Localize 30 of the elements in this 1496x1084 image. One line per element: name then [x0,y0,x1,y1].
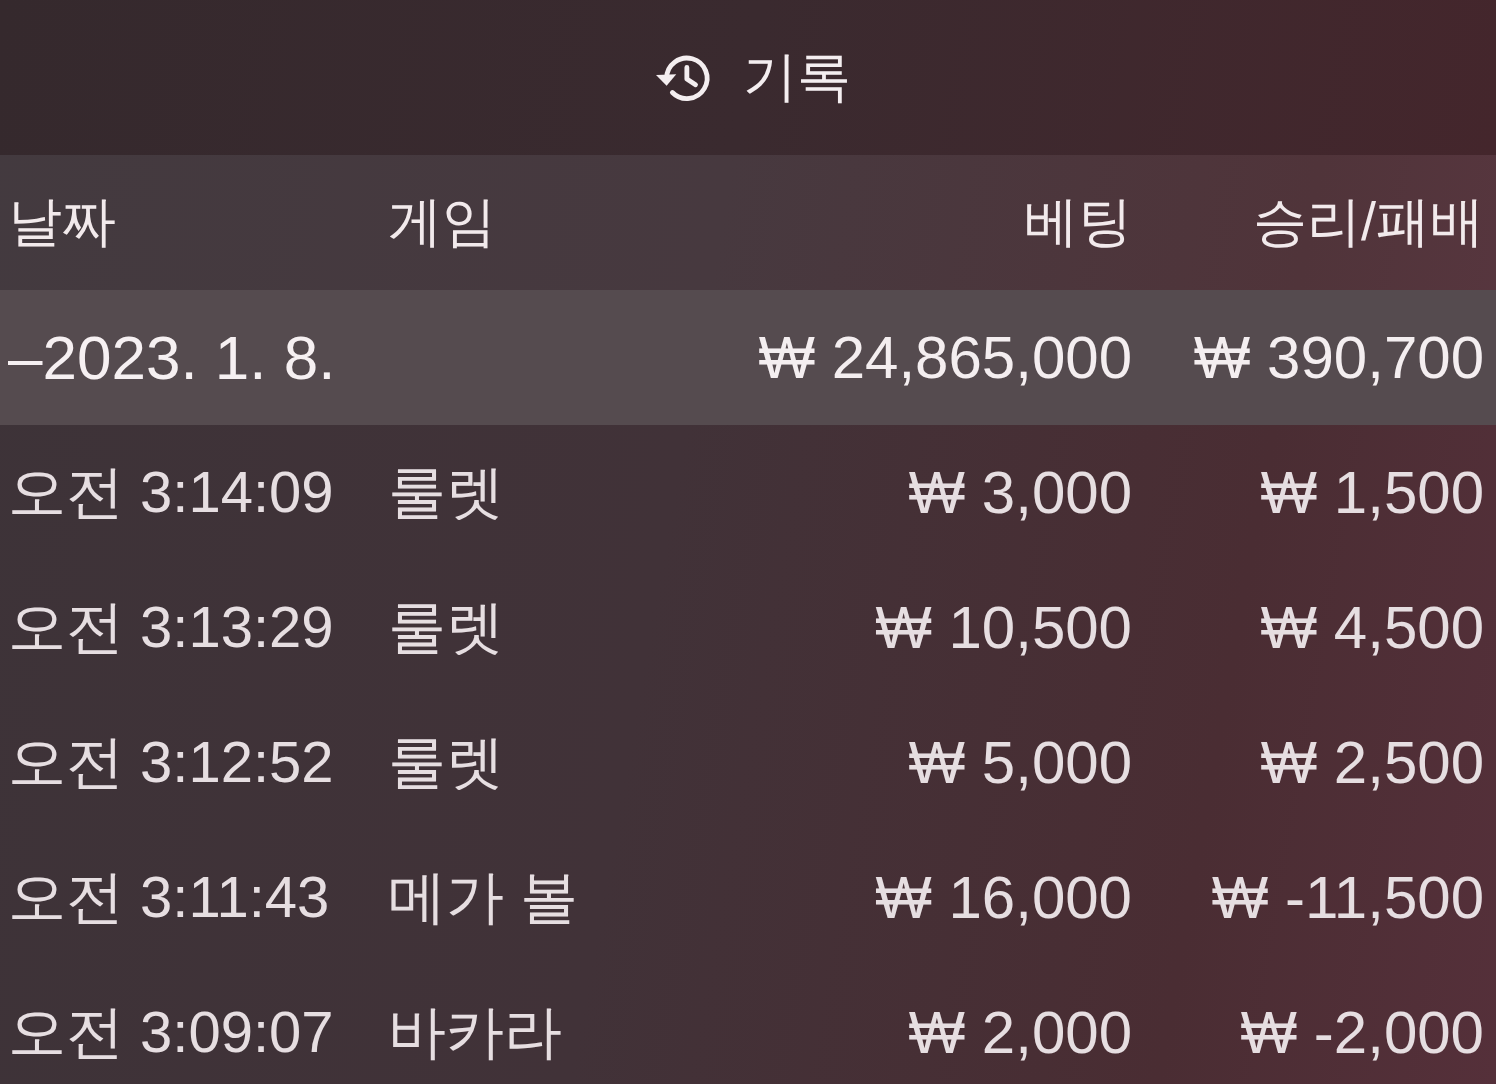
result-cell: ₩ -11,500 [1211,863,1484,932]
group-date: 2023. 1. 8. [42,322,336,393]
page-title: 기록 [743,45,851,108]
game-cell-text: 룰렛 [388,727,505,796]
time-cell-text: 오전 3:14:09 [8,457,335,526]
bet-column-header: 베팅 [1024,190,1132,253]
bet-cell: ₩ 10,500 [875,593,1132,662]
time-cell-text: 오전 3:11:43 [8,862,331,931]
game-column-header: 게임 [388,190,497,253]
date-column-header: 날짜 [8,190,117,253]
time-cell-text: 오전 3:12:52 [8,727,335,796]
collapse-toggle[interactable]: – [8,322,43,393]
result-total: ₩ 390,700 [1193,323,1484,392]
game-cell-text: 룰렛 [388,457,505,526]
bet-total: ₩ 24,865,000 [758,323,1132,392]
bet-cell: ₩ 2,000 [908,998,1132,1067]
result-cell: ₩ -2,000 [1240,998,1484,1067]
date-group-row[interactable]: –2023. 1. 8. ₩ 24,865,000 ₩ 390,700 [0,290,1496,425]
bet-cell: ₩ 16,000 [875,863,1132,932]
bet-cell: ₩ 5,000 [908,728,1132,797]
result-cell: ₩ 4,500 [1260,593,1484,662]
bet-cell: ₩ 3,000 [908,458,1132,527]
game-cell-text: 바카라 [388,997,563,1066]
result-cell: ₩ 1,500 [1260,458,1484,527]
result-column-header: 승리/패배 [1253,190,1484,253]
time-cell-text: 오전 3:13:29 [8,592,335,661]
time-cell-text: 오전 3:09:07 [8,997,335,1066]
game-cell-text: 룰렛 [388,592,505,661]
result-cell: ₩ 2,500 [1260,728,1484,797]
game-cell-text: 메가 볼 [388,862,580,931]
